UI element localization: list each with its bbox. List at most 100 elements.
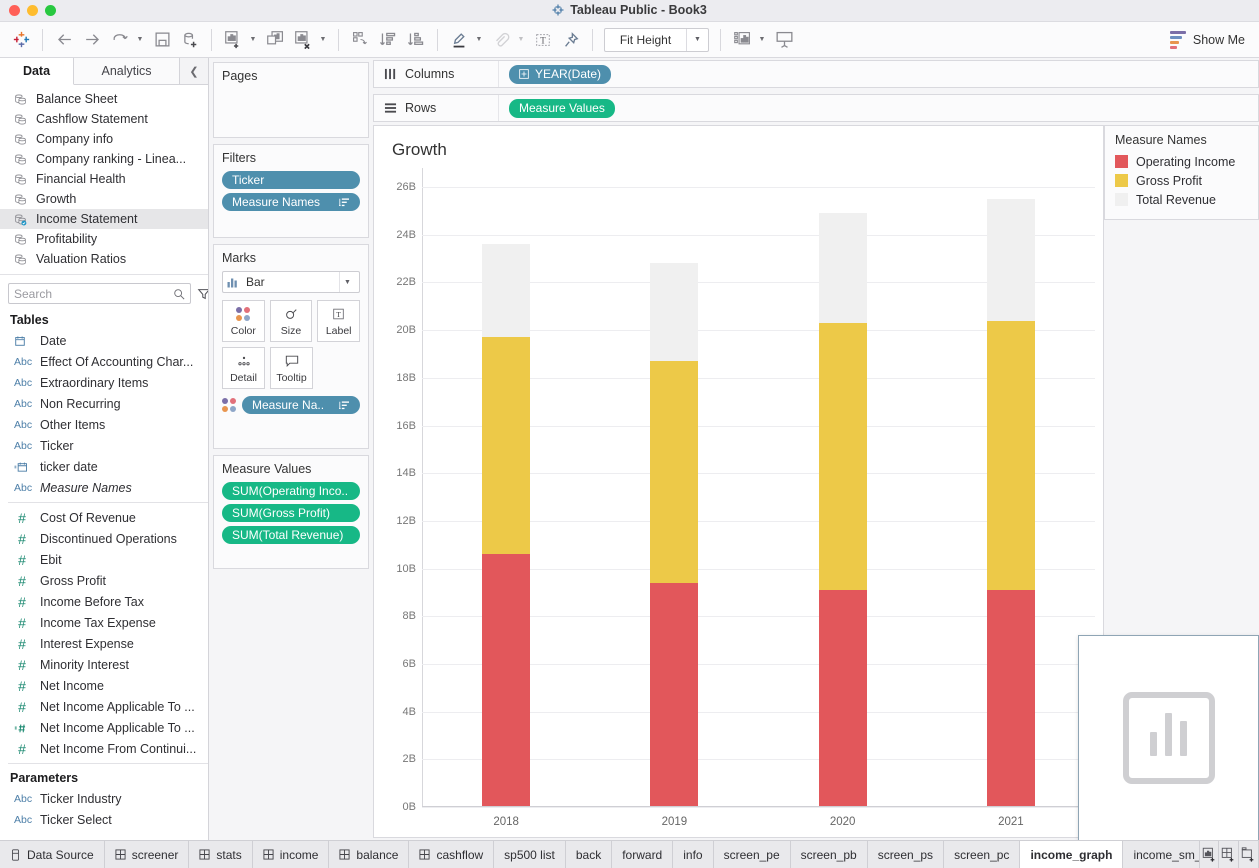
show-me-panel[interactable] (1078, 635, 1259, 841)
bar-segment[interactable] (482, 337, 531, 555)
measure-value-pill-gross-profit[interactable]: SUM(Gross Profit) (222, 504, 360, 522)
tab-sp500-list[interactable]: sp500 list (494, 841, 566, 868)
bar-segment[interactable] (650, 263, 699, 362)
bar-segment[interactable] (482, 554, 531, 807)
highlighter-caret[interactable]: ▼ (473, 27, 485, 53)
pin-icon[interactable] (558, 27, 584, 53)
columns-pill-year-date[interactable]: YEAR(Date) (509, 64, 612, 84)
field-item[interactable]: # Interest Expense (0, 633, 208, 654)
clear-sheet-caret[interactable]: ▼ (317, 27, 329, 53)
field-item[interactable]: Abc Effect Of Accounting Char... (0, 351, 208, 372)
search-input[interactable] (14, 286, 169, 301)
new-dashboard-icon[interactable] (1219, 841, 1240, 868)
chevron-down-icon[interactable]: ▼ (686, 28, 708, 51)
field-item-gross-profit[interactable]: # Gross Profit (0, 570, 208, 591)
tab-info[interactable]: info (673, 841, 714, 868)
field-item[interactable]: # Income Tax Expense (0, 612, 208, 633)
bar-segment[interactable] (650, 582, 699, 807)
plus-box-icon[interactable] (519, 69, 529, 79)
field-item-ticker[interactable]: Abc Ticker (0, 435, 208, 456)
data-source-item[interactable]: Cashflow Statement (0, 109, 208, 129)
bar-segment[interactable] (818, 322, 867, 590)
tooltip-button[interactable]: Tooltip (270, 347, 313, 389)
bar-segment[interactable] (650, 361, 699, 583)
new-worksheet-icon[interactable] (220, 27, 246, 53)
presentation-mode-icon[interactable] (771, 27, 797, 53)
new-worksheet-caret[interactable]: ▼ (247, 27, 259, 53)
data-source-item-income-statement[interactable]: Income Statement (0, 209, 208, 229)
field-item[interactable]: # Net Income From Continui... (0, 738, 208, 759)
color-button[interactable]: Color (222, 300, 265, 342)
field-item[interactable]: # Net Income (0, 675, 208, 696)
highlighter-icon[interactable] (446, 27, 472, 53)
undo-icon[interactable] (107, 27, 133, 53)
tab-screen-pc[interactable]: screen_pc (944, 841, 1021, 868)
size-button[interactable]: Size (269, 300, 313, 342)
measure-value-pill-operating-income[interactable]: SUM(Operating Inco.. (222, 482, 360, 500)
field-item[interactable]: # Minority Interest (0, 654, 208, 675)
fit-chart-icon[interactable] (729, 27, 755, 53)
tab-forward[interactable]: forward (612, 841, 674, 868)
tab-screener[interactable]: screener (105, 841, 190, 868)
stacked-bar[interactable] (482, 168, 531, 807)
collapse-pane-icon[interactable]: ❮ (180, 58, 208, 84)
field-item[interactable]: Net Income Applicable To ... (0, 717, 208, 738)
chevron-down-icon[interactable]: ▼ (339, 272, 355, 292)
show-me-button[interactable]: Show Me (1169, 30, 1245, 49)
detail-button[interactable]: Detail (222, 347, 265, 389)
stacked-bar[interactable] (986, 168, 1035, 807)
new-worksheet-icon[interactable] (1200, 841, 1220, 868)
field-item-ticker-date[interactable]: ticker date (0, 456, 208, 477)
filter-pill-measure-names[interactable]: Measure Names (222, 193, 360, 211)
duplicate-sheet-icon[interactable] (262, 27, 288, 53)
bar-segment[interactable] (818, 590, 867, 807)
paperclip-caret[interactable]: ▼ (515, 27, 527, 53)
field-item[interactable]: Abc Extraordinary Items (0, 372, 208, 393)
data-source-item[interactable]: Company ranking - Linea... (0, 149, 208, 169)
bar-segment[interactable] (986, 198, 1035, 321)
save-icon[interactable] (149, 27, 175, 53)
new-story-icon[interactable] (1239, 841, 1259, 868)
rows-pill-measure-values[interactable]: Measure Values (509, 98, 615, 118)
fit-chart-caret[interactable]: ▼ (756, 27, 768, 53)
tab-income-sm-graph[interactable]: income_sm_gra (1123, 841, 1200, 868)
tab-screen-ps[interactable]: screen_ps (868, 841, 945, 868)
sort-ascending-icon[interactable] (375, 27, 401, 53)
label-button[interactable]: T Label (317, 300, 361, 342)
data-source-item[interactable]: Growth (0, 189, 208, 209)
rows-shelf-body[interactable]: Measure Values (499, 98, 1258, 118)
field-item[interactable]: # Discontinued Operations (0, 528, 208, 549)
legend-item-gross-profit[interactable]: Gross Profit (1115, 171, 1248, 190)
field-item[interactable]: # Net Income Applicable To ... (0, 696, 208, 717)
text-box-icon[interactable]: T (530, 27, 556, 53)
parameter-item-ticker-select[interactable]: Abc Ticker Select (0, 809, 208, 830)
mark-type-selector[interactable]: Bar ▼ (222, 271, 360, 293)
data-source-item[interactable]: Valuation Ratios (0, 249, 208, 269)
columns-shelf[interactable]: Columns YEAR(Date) (373, 60, 1259, 88)
legend-item-operating-income[interactable]: Operating Income (1115, 152, 1248, 171)
tab-analytics[interactable]: Analytics (74, 58, 180, 84)
parameter-item-ticker-industry[interactable]: Abc Ticker Industry (0, 788, 208, 809)
tab-back[interactable]: back (566, 841, 613, 868)
field-item[interactable]: # Ebit (0, 549, 208, 570)
field-item[interactable]: Abc Non Recurring (0, 393, 208, 414)
tab-data-source[interactable]: Data Source (0, 841, 105, 868)
pages-drop-zone[interactable] (222, 89, 360, 129)
paperclip-icon[interactable] (488, 27, 514, 53)
clear-sheet-icon[interactable] (290, 27, 316, 53)
bar-segment[interactable] (986, 320, 1035, 591)
forward-arrow-icon[interactable] (79, 27, 105, 53)
field-item-date[interactable]: Date (0, 330, 208, 351)
tab-stats[interactable]: stats (189, 841, 253, 868)
field-item-measure-names[interactable]: Abc Measure Names (0, 477, 208, 498)
tab-income[interactable]: income (253, 841, 330, 868)
field-item[interactable]: # Cost Of Revenue (0, 507, 208, 528)
tab-balance[interactable]: balance (329, 841, 410, 868)
stacked-bar[interactable] (818, 168, 867, 807)
new-data-source-icon[interactable] (177, 27, 203, 53)
rows-shelf[interactable]: Rows Measure Values (373, 94, 1259, 122)
data-source-item[interactable]: Profitability (0, 229, 208, 249)
tab-income-graph[interactable]: income_graph (1020, 841, 1124, 868)
filter-pill-ticker[interactable]: Ticker (222, 171, 360, 189)
tab-data[interactable]: Data (0, 58, 74, 85)
